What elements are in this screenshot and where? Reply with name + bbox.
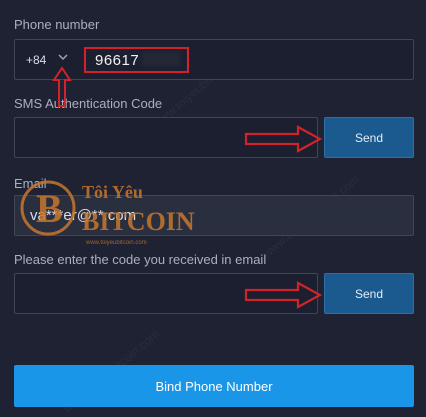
sms-send-button[interactable]: Send: [324, 117, 414, 158]
chevron-down-icon[interactable]: [56, 50, 70, 64]
country-code-select[interactable]: +84: [26, 53, 46, 67]
email-send-button[interactable]: Send: [324, 273, 414, 314]
phone-number-label: Phone number: [14, 17, 100, 32]
bind-phone-number-button[interactable]: Bind Phone Number: [14, 365, 414, 407]
redaction-blur: [142, 52, 180, 66]
phone-number-value: 96617: [95, 51, 140, 69]
email-code-label: Please enter the code you received in em…: [14, 252, 267, 267]
email-label: Email: [14, 176, 47, 191]
sms-code-label: SMS Authentication Code: [14, 96, 163, 111]
phone-number-field[interactable]: [14, 39, 414, 80]
svg-text:www.toiyeubitcoin.com: www.toiyeubitcoin.com: [85, 240, 147, 246]
email-code-input[interactable]: [14, 273, 318, 314]
email-value: va***er@**.com: [30, 207, 137, 224]
sms-code-input[interactable]: [14, 117, 318, 158]
